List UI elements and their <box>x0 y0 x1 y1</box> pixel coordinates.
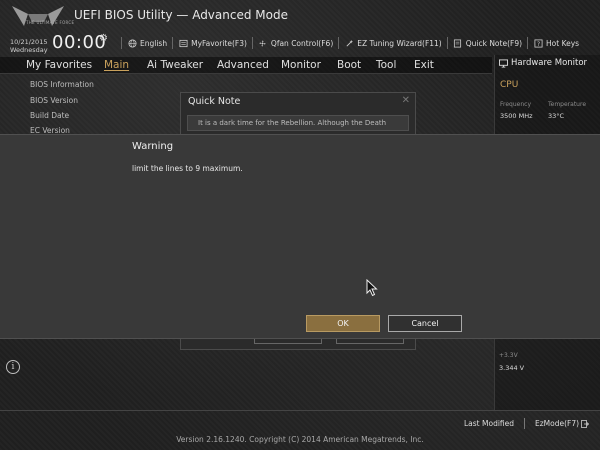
quick-note-title: Quick Note <box>188 96 241 107</box>
help-icon: ? <box>533 38 543 48</box>
toolbar-separator <box>338 37 340 49</box>
temperature-label: Temperature <box>548 101 587 108</box>
footer-separator <box>524 418 525 429</box>
warning-dialog: Warning limit the lines to 9 maximum. OK… <box>0 134 600 339</box>
frequency-value: 3500 MHz <box>500 112 533 120</box>
tuf-logo-icon <box>10 4 66 30</box>
favorite-icon <box>178 38 188 48</box>
menu-exit[interactable]: Exit <box>414 59 434 71</box>
menu-bar: My Favorites Main Ai Tweaker Advanced Mo… <box>0 57 492 74</box>
mouse-cursor-icon <box>366 279 378 297</box>
ezmode-button[interactable]: EzMode(F7) <box>535 419 590 428</box>
ez-tuning-label: EZ Tuning Wizard(F11) <box>357 38 442 48</box>
frequency-label: Frequency <box>500 101 531 108</box>
hot-keys-label: Hot Keys <box>546 38 580 48</box>
menu-main[interactable]: Main <box>104 59 129 71</box>
menu-my-favorites[interactable]: My Favorites <box>26 59 92 71</box>
quick-note-button[interactable]: Quick Note(F9) <box>453 38 522 48</box>
hardware-monitor-title: Hardware Monitor <box>499 58 587 68</box>
quick-note-label: Quick Note(F9) <box>465 38 523 48</box>
language-button[interactable]: English <box>127 38 167 48</box>
language-label: English <box>140 38 168 48</box>
date: 10/21/2015 <box>10 38 48 46</box>
qfan-control-button[interactable]: Qfan Control(F6) <box>258 38 333 48</box>
info-item-bios-version: BIOS Version <box>30 96 78 105</box>
warning-title: Warning <box>132 141 174 152</box>
voltage-value: 3.344 V <box>499 364 525 372</box>
close-icon[interactable]: ✕ <box>402 95 410 106</box>
voltage-label: +3.3V <box>499 352 518 359</box>
ezmode-label: EzMode(F7) <box>535 419 580 428</box>
menu-boot[interactable]: Boot <box>337 59 361 71</box>
gear-icon[interactable]: ⚙ <box>99 33 108 44</box>
menu-advanced[interactable]: Advanced <box>217 59 269 71</box>
toolbar-separator <box>172 37 174 49</box>
toolbar: English MyFavorite(F3) Qfan Control(F6) … <box>116 36 579 50</box>
temperature-value: 33°C <box>548 112 565 120</box>
wizard-icon <box>344 38 354 48</box>
globe-icon <box>127 38 137 48</box>
toolbar-separator <box>251 37 253 49</box>
svg-text:?: ? <box>536 41 539 47</box>
warning-message: limit the lines to 9 maximum. <box>132 164 243 173</box>
note-icon <box>453 38 463 48</box>
myfavorite-label: MyFavorite(F3) <box>191 38 247 48</box>
cpu-section-title: CPU <box>500 80 519 90</box>
version-copyright: Version 2.16.1240. Copyright (C) 2014 Am… <box>176 435 424 444</box>
toolbar-separator <box>527 37 529 49</box>
hardware-monitor-label: Hardware Monitor <box>511 58 588 68</box>
logo-text: THE ULTIMATE FORCE <box>26 20 75 25</box>
info-item-bios-information[interactable]: BIOS Information <box>30 80 94 89</box>
menu-tool[interactable]: Tool <box>376 59 396 71</box>
toolbar-separator <box>121 37 122 49</box>
cancel-button[interactable]: Cancel <box>388 315 462 332</box>
menu-ai-tweaker[interactable]: Ai Tweaker <box>147 59 203 71</box>
toolbar-separator <box>446 37 448 49</box>
ez-tuning-wizard-button[interactable]: EZ Tuning Wizard(F11) <box>344 38 442 48</box>
info-icon[interactable]: i <box>6 360 20 374</box>
last-modified-button[interactable]: Last Modified <box>464 419 514 428</box>
ok-button[interactable]: OK <box>306 315 380 332</box>
info-item-build-date: Build Date <box>30 111 70 120</box>
qfan-label: Qfan Control(F6) <box>270 38 334 48</box>
monitor-icon <box>499 58 508 68</box>
quick-note-textarea[interactable]: It is a dark time for the Rebellion. Alt… <box>187 115 409 131</box>
date-display: 10/21/2015 Wednesday <box>10 38 48 54</box>
footer-divider <box>0 410 600 411</box>
hot-keys-button[interactable]: ? Hot Keys <box>533 38 579 48</box>
myfavorite-button[interactable]: MyFavorite(F3) <box>178 38 247 48</box>
menu-monitor[interactable]: Monitor <box>281 59 321 71</box>
exit-arrow-icon <box>581 419 590 428</box>
weekday: Wednesday <box>10 46 48 54</box>
app-title: UEFI BIOS Utility — Advanced Mode <box>74 8 288 22</box>
fan-icon <box>258 38 268 48</box>
header: THE ULTIMATE FORCE UEFI BIOS Utility — A… <box>0 0 600 58</box>
